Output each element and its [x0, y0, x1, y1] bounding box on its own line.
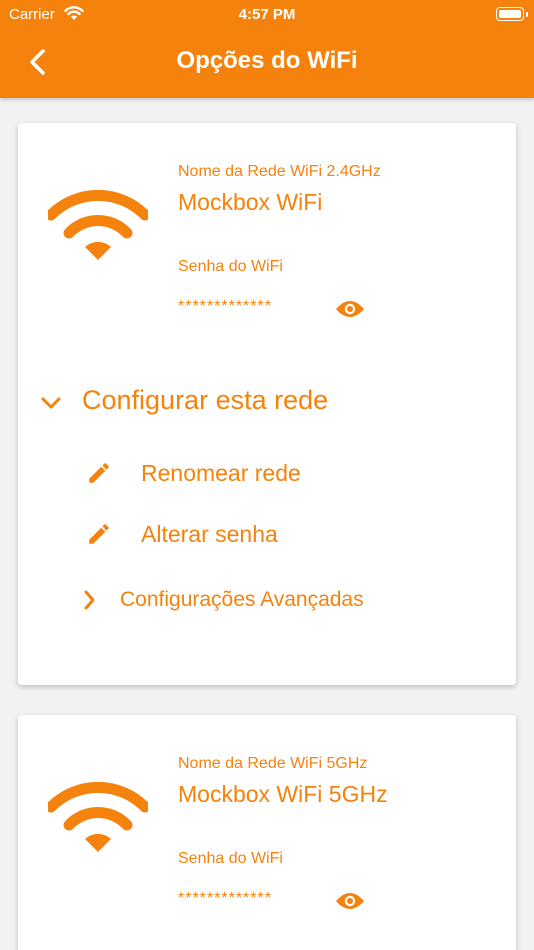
- password-label: Senha do WiFi: [178, 258, 283, 275]
- network-card-5ghz: Nome da Rede WiFi 5GHz Mockbox WiFi 5GHz…: [18, 715, 516, 950]
- app-header: Carrier 4:57 PM Opções do WiFi: [0, 0, 534, 98]
- change-password-button[interactable]: Alterar senha: [141, 521, 278, 548]
- rename-network-button[interactable]: Renomear rede: [141, 460, 301, 487]
- password-value: *************: [178, 890, 272, 907]
- pencil-icon: [89, 463, 109, 483]
- network-name-value: Mockbox WiFi 5GHz: [178, 781, 388, 807]
- chevron-down-icon[interactable]: [40, 395, 62, 411]
- network-name-value: Mockbox WiFi: [178, 189, 323, 215]
- eye-icon[interactable]: [334, 890, 366, 912]
- password-label: Senha do WiFi: [178, 850, 283, 867]
- eye-icon[interactable]: [334, 298, 366, 320]
- network-card-2-4ghz: Nome da Rede WiFi 2.4GHz Mockbox WiFi Se…: [18, 123, 516, 685]
- battery-icon: [496, 7, 528, 21]
- chevron-right-icon[interactable]: [82, 589, 96, 611]
- network-name-label: Nome da Rede WiFi 5GHz: [178, 755, 368, 772]
- network-name-label: Nome da Rede WiFi 2.4GHz: [178, 163, 381, 180]
- password-value: *************: [178, 298, 272, 315]
- pencil-icon: [89, 524, 109, 544]
- status-bar: Carrier 4:57 PM: [0, 0, 534, 30]
- wifi-icon: [48, 781, 148, 852]
- advanced-settings-button[interactable]: Configurações Avançadas: [120, 588, 364, 612]
- configure-network-toggle[interactable]: Configurar esta rede: [82, 385, 328, 416]
- wifi-icon: [48, 189, 148, 260]
- page-title: Opções do WiFi: [176, 47, 358, 74]
- clock: 4:57 PM: [238, 6, 296, 23]
